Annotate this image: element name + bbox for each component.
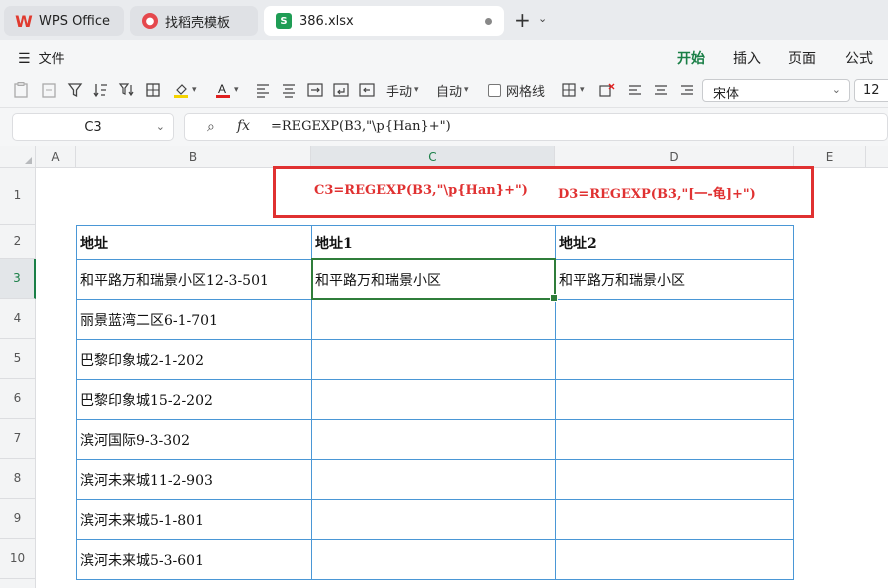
- table-border: [76, 579, 794, 580]
- borders-icon[interactable]: [144, 80, 162, 100]
- row-header-2[interactable]: 2: [0, 225, 36, 259]
- cell-style-icon[interactable]: ▾: [560, 80, 585, 100]
- spreadsheet-icon: S: [276, 13, 292, 29]
- cell-b3[interactable]: 和平路万和瑞景小区12-3-501: [77, 260, 311, 299]
- format-painter-icon[interactable]: [40, 80, 58, 100]
- column-header-d[interactable]: D: [555, 146, 794, 168]
- wps-logo-icon: W: [15, 11, 33, 31]
- cell-b10[interactable]: 滨河未来城5-3-601: [77, 540, 311, 579]
- formula-input[interactable]: ⌕ fx =REGEXP(B3,"\p{Han}+"): [184, 113, 888, 141]
- font-size-select[interactable]: 12: [854, 79, 888, 102]
- file-menu-label: 文件: [38, 52, 65, 67]
- font-name-select[interactable]: 宋体 ⌄: [702, 79, 850, 102]
- cell-b4[interactable]: 丽景蓝湾二区6-1-701: [77, 300, 311, 339]
- align-middle-icon[interactable]: [652, 80, 670, 100]
- window-tab-bar: W WPS Office ● 找稻壳模板 S 386.xlsx + ⌄: [0, 0, 888, 40]
- zoom-icon[interactable]: ⌕: [207, 119, 215, 135]
- auto-label: 自动: [436, 84, 463, 100]
- row-header-1[interactable]: 1: [0, 168, 36, 225]
- cell-b2[interactable]: 地址: [77, 226, 311, 259]
- align-icon[interactable]: [254, 80, 272, 100]
- row-header-10[interactable]: 10: [0, 539, 36, 579]
- align-right-icon[interactable]: [678, 80, 696, 100]
- merge-cells-icon[interactable]: [306, 80, 324, 100]
- row-header-11[interactable]: [0, 579, 36, 588]
- row-header-7[interactable]: 7: [0, 419, 36, 459]
- table-border: [793, 225, 794, 579]
- menu-row: ☰ 文件 开始 插入 页面 公式: [0, 40, 888, 74]
- row-height-manual-dropdown[interactable]: 手动 ▾: [386, 80, 419, 100]
- row-header-5[interactable]: 5: [0, 339, 36, 379]
- tab-label: 找稻壳模板: [165, 15, 231, 31]
- ribbon-tab-insert[interactable]: 插入: [733, 48, 761, 68]
- formula-annotation-box: C3=REGEXP(B3,"\p{Han}+") D3=REGEXP(B3,"[…: [273, 166, 814, 218]
- tab-label: 386.xlsx: [299, 13, 354, 29]
- sort-ascending-icon[interactable]: [92, 80, 110, 100]
- fill-color-icon[interactable]: ▾: [172, 80, 197, 100]
- wrap-text-icon[interactable]: [332, 80, 350, 100]
- cell-b6[interactable]: 巴黎印象城15-2-202: [77, 380, 311, 419]
- tab-docer-templates[interactable]: ● 找稻壳模板: [130, 6, 258, 36]
- new-tab-button[interactable]: +: [514, 10, 531, 30]
- row-header-8[interactable]: 8: [0, 459, 36, 499]
- ribbon-tab-page[interactable]: 页面: [788, 48, 816, 68]
- paste-icon[interactable]: [12, 80, 30, 100]
- cell-b8[interactable]: 滨河未来城11-2-903: [77, 460, 311, 499]
- spreadsheet-grid[interactable]: A B C D E 1 2 3 4 5 6 7 8 9 10 C3=REGEXP…: [0, 146, 888, 588]
- select-all-corner[interactable]: [0, 146, 36, 168]
- checkbox-icon[interactable]: [488, 83, 501, 97]
- row-header-3[interactable]: 3: [0, 259, 36, 299]
- file-menu[interactable]: ☰ 文件: [18, 48, 65, 67]
- font-name-value: 宋体: [713, 87, 740, 102]
- tab-spreadsheet-file[interactable]: S 386.xlsx: [264, 6, 504, 36]
- function-icon[interactable]: fx: [237, 118, 250, 134]
- name-box-value: C3: [84, 120, 102, 135]
- chevron-down-icon: ⌄: [831, 83, 841, 96]
- cell-b9[interactable]: 滨河未来城5-1-801: [77, 500, 311, 539]
- chevron-down-icon[interactable]: ⌄: [538, 12, 547, 25]
- cell-c2[interactable]: 地址1: [312, 226, 555, 259]
- gridlines-checkbox[interactable]: 网格线: [488, 80, 545, 100]
- tab-wps-office[interactable]: W WPS Office: [4, 6, 124, 36]
- manual-label: 手动: [386, 84, 413, 100]
- chevron-down-icon: ⌄: [155, 120, 165, 133]
- filter-icon[interactable]: [66, 80, 84, 100]
- column-header-b[interactable]: B: [76, 146, 311, 168]
- svg-text:A: A: [218, 82, 226, 96]
- column-header-e[interactable]: E: [794, 146, 866, 168]
- cell-d3[interactable]: 和平路万和瑞景小区: [556, 260, 793, 299]
- font-size-value: 12: [863, 83, 880, 98]
- font-color-icon[interactable]: A ▾: [214, 80, 239, 100]
- ribbon-tab-home[interactable]: 开始: [677, 48, 705, 74]
- sort-filter-icon[interactable]: [118, 80, 136, 100]
- formula-bar-row: C3 ⌄ ⌕ fx =REGEXP(B3,"\p{Han}+"): [0, 108, 888, 146]
- ribbon-tab-formula[interactable]: 公式: [845, 48, 873, 68]
- cell-d2[interactable]: 地址2: [556, 226, 793, 259]
- formula-text: =REGEXP(B3,"\p{Han}+"): [271, 119, 451, 134]
- gridlines-label: 网格线: [506, 84, 546, 100]
- annotation-c3-formula: C3=REGEXP(B3,"\p{Han}+"): [314, 183, 528, 198]
- indent-icon[interactable]: [358, 80, 376, 100]
- clear-format-icon[interactable]: [598, 80, 616, 100]
- row-header-4[interactable]: 4: [0, 299, 36, 339]
- cell-b7[interactable]: 滨河国际9-3-302: [77, 420, 311, 459]
- column-header-next[interactable]: [866, 146, 888, 168]
- column-header-c[interactable]: C: [311, 146, 555, 168]
- align-left-icon[interactable]: [626, 80, 644, 100]
- unsaved-dot-icon[interactable]: [485, 18, 492, 25]
- hamburger-icon: ☰: [18, 51, 31, 67]
- row-header-6[interactable]: 6: [0, 379, 36, 419]
- column-header-a[interactable]: A: [36, 146, 76, 168]
- auto-fit-dropdown[interactable]: 自动 ▾: [436, 80, 469, 100]
- annotation-d3-formula: D3=REGEXP(B3,"[一-龟]+"): [558, 187, 756, 202]
- name-box[interactable]: C3 ⌄: [12, 113, 174, 141]
- align-center-icon[interactable]: [280, 80, 298, 100]
- tab-label: WPS Office: [39, 13, 111, 29]
- row-header-9[interactable]: 9: [0, 499, 36, 539]
- active-cell-selection[interactable]: [311, 258, 558, 302]
- docer-logo-icon: ●: [142, 13, 158, 29]
- cell-b5[interactable]: 巴黎印象城2-1-202: [77, 340, 311, 379]
